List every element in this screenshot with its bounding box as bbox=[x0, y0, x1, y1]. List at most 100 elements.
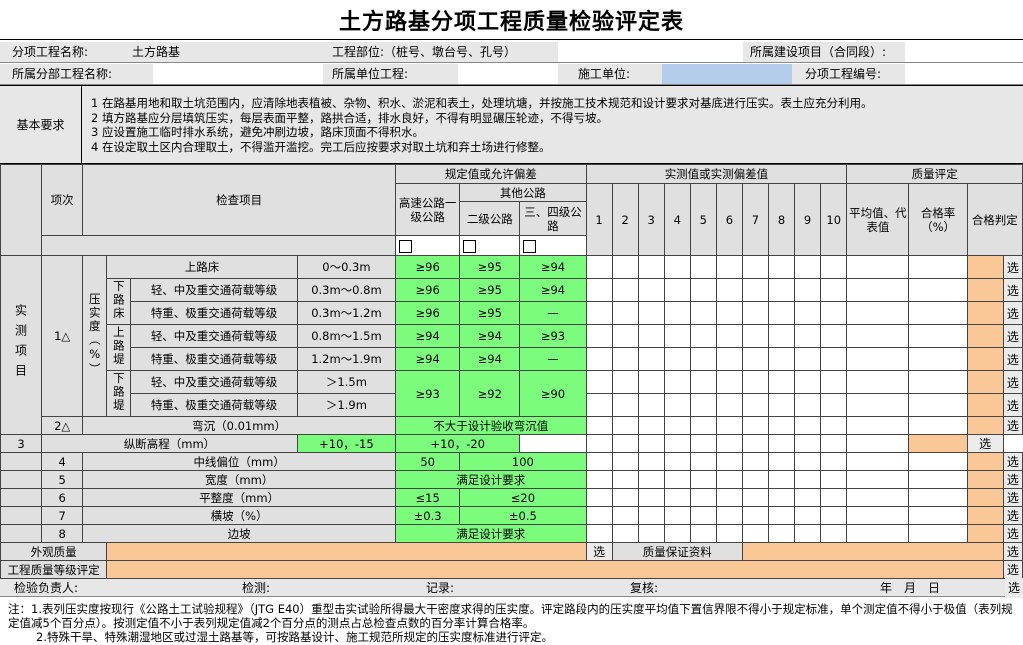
select-button[interactable]: 选 bbox=[1002, 370, 1023, 394]
unit-field[interactable] bbox=[458, 64, 558, 84]
col-second: 二级公路 bbox=[459, 201, 521, 236]
item-name: 中线偏位（mm） bbox=[82, 452, 397, 471]
contractor-field[interactable] bbox=[662, 64, 792, 84]
compaction-name: 上路床 bbox=[106, 255, 298, 279]
select-button[interactable]: 选 bbox=[1002, 470, 1023, 489]
judge-cell[interactable] bbox=[908, 434, 968, 453]
judge-cell[interactable] bbox=[966, 255, 1004, 279]
item-no: 7 bbox=[41, 506, 84, 525]
select-button[interactable]: 选 bbox=[1002, 347, 1023, 371]
location-label: 工程部位:（桩号、墩台号、孔号） bbox=[332, 45, 517, 59]
judge-cell[interactable] bbox=[966, 370, 1004, 394]
compaction-name: 特重、极重交通荷载等级 bbox=[130, 393, 298, 417]
judge-cell[interactable] bbox=[966, 393, 1004, 417]
judge-cell[interactable] bbox=[966, 301, 1004, 325]
select-button[interactable]: 选 bbox=[1002, 278, 1023, 302]
select-button[interactable]: 选 bbox=[1002, 488, 1023, 507]
col-item-no: 项次 bbox=[41, 164, 84, 236]
division-field[interactable] bbox=[153, 64, 323, 84]
judge-cell[interactable] bbox=[966, 416, 1004, 435]
compaction-highway: ≥96 bbox=[395, 255, 461, 279]
select-button[interactable]: 选 bbox=[1002, 255, 1023, 279]
compaction-depth: 0～0.3m bbox=[296, 255, 397, 279]
select-button[interactable]: 选 bbox=[1002, 560, 1023, 579]
code-field[interactable] bbox=[905, 64, 1023, 84]
select-button[interactable]: 选 bbox=[1002, 416, 1023, 435]
item-other: 100 bbox=[459, 452, 587, 471]
second-checkbox-cell[interactable] bbox=[459, 235, 521, 256]
requirement-line: 4 在设定取土区内合理取土，不得滥开滥挖。完工后应按要求对取土坑和弃土场进行修整… bbox=[91, 139, 551, 154]
project-field[interactable] bbox=[905, 42, 1023, 62]
measure-col-2: 2 bbox=[611, 183, 639, 256]
judge-cell[interactable] bbox=[966, 524, 1004, 543]
item-other: ±0.5 bbox=[459, 506, 587, 525]
judge-cell[interactable] bbox=[966, 470, 1004, 489]
item-no: 2△ bbox=[41, 416, 84, 435]
measure-col-9: 9 bbox=[794, 183, 822, 256]
compaction-name: 轻、中及重交通荷载等级 bbox=[130, 324, 298, 348]
item-name: 弯沉（0.01mm） bbox=[82, 416, 397, 435]
item-highway: ±0.3 bbox=[395, 506, 461, 525]
compaction-depth: 0.3m～1.2m bbox=[296, 301, 397, 325]
appearance-field[interactable] bbox=[106, 542, 587, 561]
item-no: 4 bbox=[41, 452, 84, 471]
measure-col-3: 3 bbox=[637, 183, 665, 256]
select-button[interactable]: 选 bbox=[1002, 506, 1023, 525]
compaction-highway: ≥94 bbox=[395, 347, 461, 371]
compaction-third: — bbox=[519, 301, 587, 325]
check-label: 检测: bbox=[242, 581, 271, 595]
compaction-depth: 0.3m～0.8m bbox=[296, 278, 397, 302]
item-name: 纵断高程（mm） bbox=[41, 434, 298, 453]
item-value: 不大于设计验收弯沉值 bbox=[395, 416, 587, 435]
compaction-third: ≥94 bbox=[519, 255, 587, 279]
judge-cell[interactable] bbox=[966, 506, 1004, 525]
note-line: 注：1.表列压实度按现行《公路土工试验规程》（JTG E40）重型击实试验所得最… bbox=[8, 602, 1013, 630]
select-button[interactable]: 选 bbox=[1002, 524, 1023, 543]
highway-checkbox-cell[interactable] bbox=[395, 235, 461, 256]
code-label: 分项工程编号: bbox=[805, 67, 882, 81]
grade-field[interactable] bbox=[106, 560, 1004, 579]
compaction-highway: ≥96 bbox=[395, 301, 461, 325]
side-label-tail bbox=[0, 506, 43, 525]
judge-cell[interactable] bbox=[966, 278, 1004, 302]
location-field[interactable] bbox=[558, 42, 743, 62]
select-button[interactable]: 选 bbox=[1002, 542, 1023, 561]
notes: 注：1.表列压实度按现行《公路土工试验规程》（JTG E40）重型击实试验所得最… bbox=[8, 602, 1018, 644]
highway-checkbox[interactable] bbox=[399, 239, 413, 253]
compaction-depth: 0.8m～1.5m bbox=[296, 324, 397, 348]
subitem-name-value: 土方路基 bbox=[132, 45, 181, 59]
item-name: 平整度（mm） bbox=[82, 488, 397, 507]
side-label: 实测项目 bbox=[0, 255, 43, 435]
item-other: +10，-20 bbox=[395, 434, 521, 453]
col-judge: 合格判定 bbox=[966, 183, 1023, 256]
compaction-highway: ≥96 bbox=[395, 278, 461, 302]
select-button[interactable]: 选 bbox=[1002, 301, 1023, 325]
col-other: 其他公路 bbox=[459, 183, 587, 202]
select-button[interactable]: 选 bbox=[1002, 324, 1023, 348]
second-checkbox[interactable] bbox=[463, 239, 477, 253]
col-rate: 合格率（%） bbox=[908, 183, 968, 256]
assurance-label: 质量保证资料 bbox=[611, 542, 743, 561]
third-checkbox-cell[interactable] bbox=[519, 235, 587, 256]
select-button[interactable]: 选 bbox=[1002, 452, 1023, 471]
col-third: 三、四级公路 bbox=[519, 201, 587, 236]
judge-cell[interactable] bbox=[966, 488, 1004, 507]
contractor-label: 施工单位: bbox=[578, 67, 631, 81]
judge-cell[interactable] bbox=[966, 452, 1004, 471]
select-button[interactable]: 选 bbox=[1002, 393, 1023, 417]
compaction-third: ≥90 bbox=[519, 370, 587, 417]
select-button[interactable]: 选 bbox=[1005, 578, 1023, 598]
item-name: 边坡 bbox=[82, 524, 397, 543]
side-label-tail bbox=[0, 452, 43, 471]
item-highway: 50 bbox=[395, 452, 461, 471]
judge-cell[interactable] bbox=[966, 324, 1004, 348]
compaction-depth: ＞1.9m bbox=[296, 393, 397, 417]
col-tolerance: 规定值或允许偏差 bbox=[395, 164, 587, 184]
select-button[interactable]: 选 bbox=[966, 434, 1004, 453]
lower-embank-label: 下路堤 bbox=[106, 370, 132, 417]
select-button[interactable]: 选 bbox=[585, 542, 613, 561]
col-avg: 平均值、代表值 bbox=[846, 183, 910, 256]
judge-cell[interactable] bbox=[966, 347, 1004, 371]
assurance-field[interactable] bbox=[741, 542, 1004, 561]
third-checkbox[interactable] bbox=[523, 239, 537, 253]
